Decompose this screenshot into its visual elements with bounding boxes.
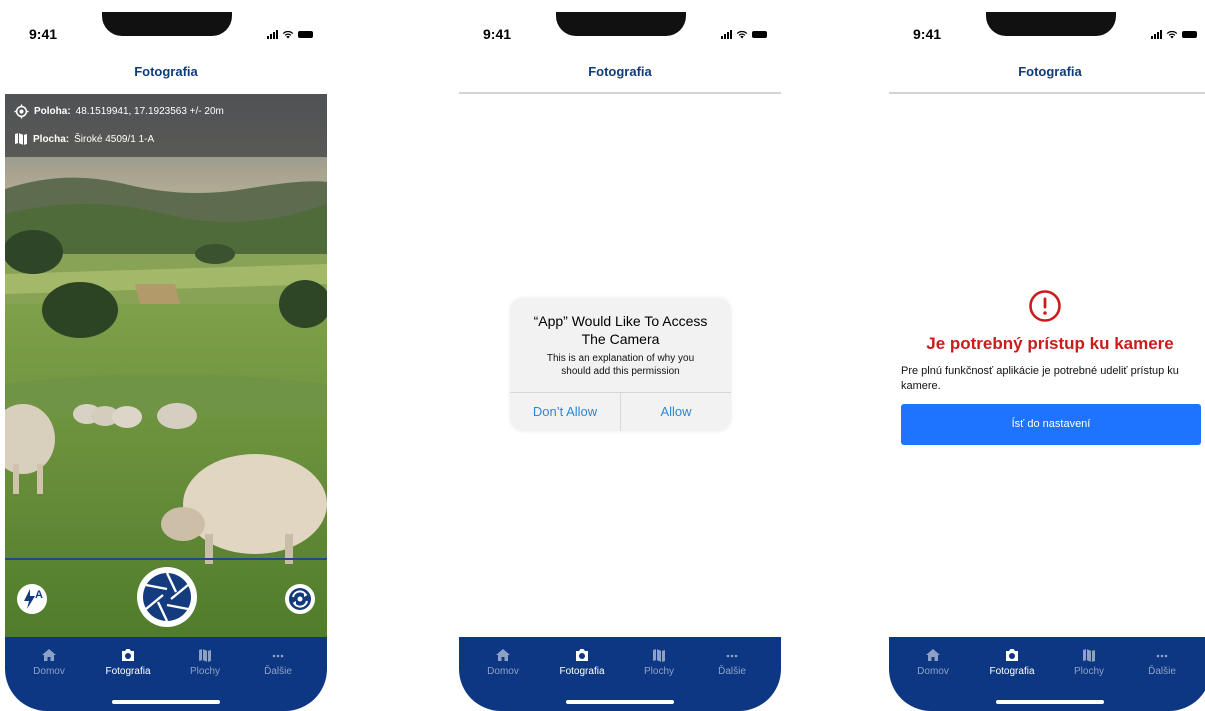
- switch-camera-icon[interactable]: [284, 583, 316, 615]
- map-icon: [199, 649, 211, 662]
- signal-icon: [1151, 30, 1162, 39]
- area-row: Plocha: Široké 4509/1 1-A: [14, 132, 154, 146]
- status-time: 9:41: [483, 26, 512, 42]
- location-label: Poloha:: [34, 106, 71, 117]
- wifi-icon: [282, 30, 294, 39]
- tab-label: Ďalšie: [1148, 666, 1176, 677]
- map-icon: [1083, 649, 1095, 662]
- camera-icon: [1006, 649, 1018, 661]
- phone-permission-screen: 9:41 Fotografia “App” Would Like To Acce…: [459, 12, 781, 711]
- location-row: Poloha: 48.1519941, 17.1923563 +/- 20m: [14, 104, 224, 119]
- tab-domov[interactable]: Domov: [903, 647, 963, 677]
- home-icon: [42, 649, 56, 661]
- tab-label: Fotografia: [989, 666, 1035, 677]
- camera-preview-image: [5, 94, 327, 637]
- battery-icon: [1182, 31, 1197, 38]
- dialog-title: “App” Would Like To Access The Camera: [533, 313, 708, 347]
- dont-allow-button[interactable]: Don’t Allow: [510, 393, 620, 431]
- tab-bar: Domov Fotografia Plochy Ďalšie: [889, 637, 1205, 711]
- controls-divider: [5, 558, 327, 560]
- page-title: Fotografia: [459, 54, 781, 94]
- tab-bar: Domov Fotografia Plochy Ďalšie: [459, 637, 781, 711]
- more-icon: [726, 654, 738, 658]
- camera-viewfinder[interactable]: [5, 94, 327, 637]
- dialog-message: This is an explanation of why you should…: [546, 353, 695, 377]
- tab-dalsie[interactable]: Ďalšie: [1132, 647, 1192, 677]
- tab-label: Ďalšie: [264, 666, 292, 677]
- notch: [556, 12, 686, 36]
- error-title: Je potrebný prístup ku kamere: [926, 334, 1174, 353]
- page-title: Fotografia: [889, 54, 1205, 94]
- map-icon: [15, 133, 27, 145]
- home-icon: [926, 649, 940, 661]
- tab-label: Domov: [917, 666, 949, 677]
- wifi-icon: [736, 30, 748, 39]
- tab-label: Fotografia: [559, 666, 605, 677]
- tab-label: Ďalšie: [718, 666, 746, 677]
- map-icon: [653, 649, 665, 662]
- location-value: 48.1519941, 17.1923563 +/- 20m: [75, 106, 224, 117]
- tab-dalsie[interactable]: Ďalšie: [702, 647, 762, 677]
- home-indicator[interactable]: [996, 700, 1104, 704]
- allow-button[interactable]: Allow: [620, 393, 731, 431]
- notch: [986, 12, 1116, 36]
- tab-fotografia[interactable]: Fotografia: [98, 647, 158, 677]
- tab-domov[interactable]: Domov: [473, 647, 533, 677]
- header-divider: [889, 92, 1205, 94]
- go-to-settings-button[interactable]: Ísť do nastavení: [901, 404, 1201, 445]
- home-indicator[interactable]: [112, 700, 220, 704]
- camera-icon: [122, 649, 134, 661]
- area-label: Plocha:: [33, 133, 70, 145]
- battery-icon: [298, 31, 313, 38]
- error-message: Pre plnú funkčnosť aplikácie je potrebné…: [901, 365, 1179, 392]
- tab-plochy[interactable]: Plochy: [175, 647, 235, 677]
- tab-label: Fotografia: [105, 666, 151, 677]
- more-icon: [272, 654, 284, 658]
- alert-circle-icon: [1029, 290, 1061, 322]
- camera-controls: A: [5, 558, 327, 638]
- shutter-button[interactable]: [136, 566, 198, 628]
- wifi-icon: [1166, 30, 1178, 39]
- tab-bar: Domov Fotografia Plochy Ďalšie: [5, 637, 327, 711]
- notch: [102, 12, 232, 36]
- more-icon: [1156, 654, 1168, 658]
- page-title: Fotografia: [5, 54, 327, 94]
- tab-dalsie[interactable]: Ďalšie: [248, 647, 308, 677]
- tab-fotografia[interactable]: Fotografia: [982, 647, 1042, 677]
- flash-auto-icon[interactable]: A: [16, 583, 48, 615]
- status-time: 9:41: [913, 26, 942, 42]
- phone-camera-screen: 9:41 Fotografia Poloha: 48.1519941, 17.1…: [5, 12, 327, 711]
- location-target-icon: [14, 104, 29, 119]
- tab-plochy[interactable]: Plochy: [1059, 647, 1119, 677]
- tab-label: Domov: [33, 666, 65, 677]
- camera-icon: [576, 649, 588, 661]
- svg-text:A: A: [35, 589, 43, 601]
- tab-plochy[interactable]: Plochy: [629, 647, 689, 677]
- phone-access-required-screen: 9:41 Fotografia Je potrebný prístup ku k…: [889, 12, 1205, 711]
- tab-label: Domov: [487, 666, 519, 677]
- battery-icon: [752, 31, 767, 38]
- location-info-bar: Poloha: 48.1519941, 17.1923563 +/- 20m P…: [5, 94, 327, 157]
- tab-label: Plochy: [189, 666, 220, 677]
- tab-label: Plochy: [643, 666, 674, 677]
- tab-label: Plochy: [1073, 666, 1104, 677]
- signal-icon: [267, 30, 278, 39]
- signal-icon: [721, 30, 732, 39]
- status-time: 9:41: [29, 26, 58, 42]
- area-value: Široké 4509/1 1-A: [74, 133, 155, 145]
- header-divider: [459, 92, 781, 94]
- home-indicator[interactable]: [566, 700, 674, 704]
- tab-domov[interactable]: Domov: [19, 647, 79, 677]
- camera-permission-dialog: “App” Would Like To Access The Camera Th…: [510, 298, 731, 431]
- dialog-buttons: Don’t Allow Allow: [510, 392, 731, 431]
- tab-fotografia[interactable]: Fotografia: [552, 647, 612, 677]
- home-icon: [496, 649, 510, 661]
